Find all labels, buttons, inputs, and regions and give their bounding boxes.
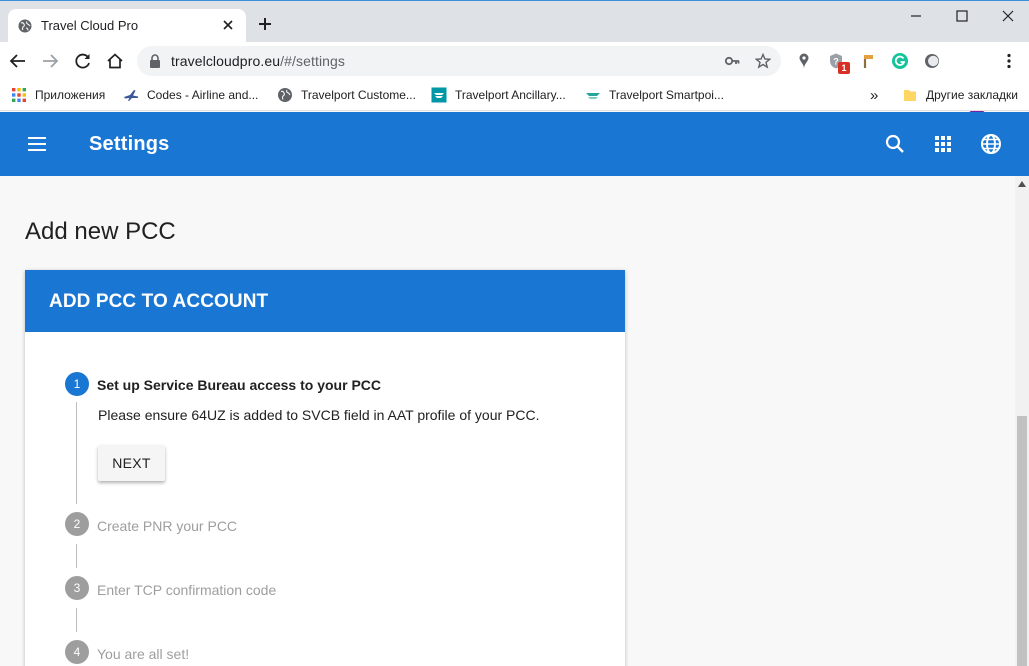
url-text[interactable]: travelcloudpro.eu/#/settings bbox=[171, 53, 345, 69]
step-2-number: 2 bbox=[65, 512, 89, 536]
bookmark-other[interactable]: Другие закладки bbox=[902, 86, 1018, 104]
lock-icon[interactable] bbox=[149, 54, 161, 68]
tab-strip: Travel Cloud Pro bbox=[0, 0, 1029, 43]
bookmark-travelport-customer[interactable]: Travelport Custome... bbox=[277, 86, 416, 104]
maximize-icon[interactable] bbox=[954, 8, 970, 24]
card-title: ADD PCC TO ACCOUNT bbox=[49, 291, 269, 312]
back-icon[interactable] bbox=[9, 52, 27, 70]
map-pin-extension-icon[interactable] bbox=[795, 52, 813, 70]
page-title: Add new PCC bbox=[25, 218, 176, 245]
apps-grid-icon bbox=[12, 88, 26, 102]
bookmark-label: Codes - Airline and... bbox=[147, 88, 259, 102]
bookmarks-overflow[interactable]: » bbox=[870, 86, 878, 104]
search-icon[interactable] bbox=[883, 132, 907, 156]
step-4-number: 4 bbox=[65, 640, 89, 664]
bookmark-label: Приложения bbox=[35, 88, 106, 102]
main-content: Add new PCC ADD PCC TO ACCOUNT 1 Set up … bbox=[0, 176, 1015, 666]
step-connector bbox=[76, 544, 77, 568]
circle-extension-icon[interactable] bbox=[923, 52, 941, 70]
globe-favicon-icon bbox=[18, 19, 32, 33]
step-connector bbox=[76, 402, 77, 504]
step-4-label[interactable]: You are all set! bbox=[97, 646, 189, 662]
bookmark-airline-codes[interactable]: Codes - Airline and... bbox=[123, 86, 258, 104]
scrollbar-thumb[interactable] bbox=[1017, 416, 1027, 666]
globe-icon bbox=[278, 88, 292, 102]
star-icon[interactable] bbox=[755, 53, 771, 69]
bookmark-travelport-ancillary[interactable]: Travelport Ancillary... bbox=[431, 86, 566, 104]
step-3-label[interactable]: Enter TCP confirmation code bbox=[97, 582, 276, 598]
app-bar: Settings bbox=[0, 112, 1029, 176]
add-pcc-card: ADD PCC TO ACCOUNT 1 Set up Service Bure… bbox=[25, 270, 625, 666]
forward-icon[interactable] bbox=[41, 52, 59, 70]
next-button[interactable]: NEXT bbox=[98, 445, 165, 481]
step-1-number: 1 bbox=[65, 372, 89, 396]
step-3-number: 3 bbox=[65, 576, 89, 600]
minimize-icon[interactable] bbox=[908, 8, 924, 24]
key-icon[interactable] bbox=[724, 53, 740, 69]
new-tab-icon[interactable] bbox=[257, 16, 273, 32]
app-bar-title: Settings bbox=[89, 133, 170, 155]
bookmarks-bar: Приложения Codes - Airline and... Travel… bbox=[0, 80, 1029, 111]
browser-tab[interactable]: Travel Cloud Pro bbox=[8, 9, 246, 43]
extension-badge: 1 bbox=[838, 62, 850, 74]
apps-grid-icon[interactable] bbox=[931, 132, 955, 156]
step-2-label[interactable]: Create PNR your PCC bbox=[97, 518, 237, 534]
grammarly-icon[interactable] bbox=[891, 52, 909, 70]
bookmark-travelport-smartpoint[interactable]: Travelport Smartpoi... bbox=[585, 86, 724, 104]
step-1-description: Please ensure 64UZ is added to SVCB fiel… bbox=[98, 407, 540, 423]
url-path: /#/settings bbox=[280, 53, 346, 69]
travelport-icon bbox=[431, 87, 447, 103]
step-connector bbox=[76, 608, 77, 632]
bookmark-label: Travelport Custome... bbox=[301, 88, 416, 102]
plane-icon bbox=[124, 90, 138, 101]
scroll-up-arrow-icon[interactable] bbox=[1018, 181, 1026, 187]
hamburger-menu-icon[interactable] bbox=[25, 132, 49, 156]
browser-toolbar: travelcloudpro.eu/#/settings ? Y bbox=[0, 42, 1029, 114]
folder-icon bbox=[904, 90, 916, 101]
close-window-icon[interactable] bbox=[1000, 8, 1016, 24]
bookmark-label: Travelport Smartpoi... bbox=[609, 88, 724, 102]
tab-title: Travel Cloud Pro bbox=[41, 18, 139, 33]
language-globe-icon[interactable] bbox=[979, 132, 1003, 156]
url-host: travelcloudpro.eu bbox=[171, 53, 281, 69]
bookmark-label: Travelport Ancillary... bbox=[455, 88, 566, 102]
menu-kebab-icon[interactable] bbox=[1000, 52, 1018, 70]
close-tab-icon[interactable] bbox=[221, 18, 235, 32]
bookmark-apps[interactable]: Приложения bbox=[11, 86, 105, 104]
travelport-icon bbox=[586, 93, 600, 99]
reload-icon[interactable] bbox=[74, 52, 92, 70]
step-1-label[interactable]: Set up Service Bureau access to your PCC bbox=[97, 377, 381, 393]
pin-extension-icon[interactable] bbox=[860, 52, 878, 70]
bookmark-label: Другие закладки bbox=[926, 88, 1018, 102]
card-header: ADD PCC TO ACCOUNT bbox=[25, 270, 625, 332]
home-icon[interactable] bbox=[106, 52, 124, 70]
address-bar[interactable]: travelcloudpro.eu/#/settings bbox=[137, 46, 781, 76]
vertical-scrollbar[interactable] bbox=[1015, 176, 1029, 666]
